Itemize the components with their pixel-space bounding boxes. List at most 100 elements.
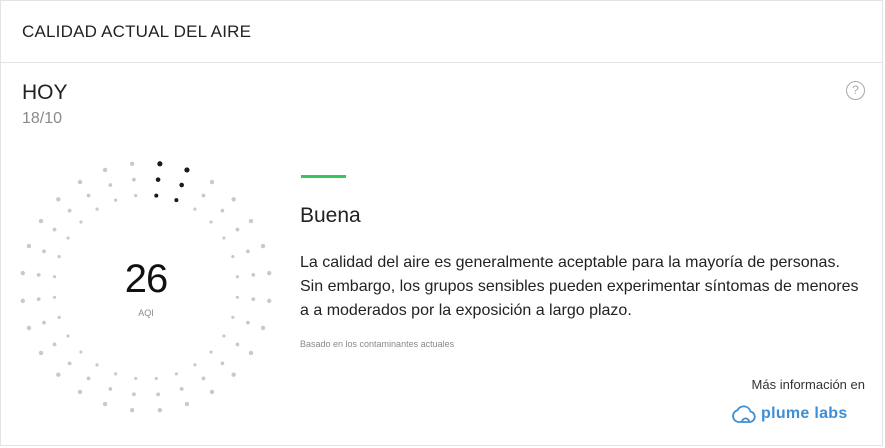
gauge-dot xyxy=(235,275,240,279)
gauge-dot xyxy=(52,342,57,347)
gauge-dot xyxy=(52,227,57,232)
gauge-dot xyxy=(26,325,32,331)
gauge-dot xyxy=(26,243,32,249)
gauge-dot xyxy=(193,363,197,367)
gauge-dot xyxy=(267,298,272,304)
gauge-dot xyxy=(248,350,254,356)
gauge-dot xyxy=(246,249,250,254)
more-info-label: Más información en xyxy=(751,377,865,392)
date-label: 18/10 xyxy=(22,110,63,127)
gauge-dot xyxy=(193,207,197,211)
gauge-dot xyxy=(66,334,70,338)
gauge-dot xyxy=(134,193,138,198)
card-header: CALIDAD ACTUAL DEL AIRE xyxy=(1,1,882,63)
gauge-dot xyxy=(246,320,250,325)
gauge-dot xyxy=(95,207,99,211)
gauge-dot xyxy=(38,218,44,224)
gauge-dot xyxy=(77,179,83,185)
gauge-dot-filled xyxy=(184,167,190,173)
gauge-dot xyxy=(156,392,160,397)
gauge-dot xyxy=(38,350,44,356)
gauge-dot xyxy=(102,401,108,407)
gauge-dot xyxy=(231,197,236,202)
gauge-dot xyxy=(220,208,225,213)
gauge-dot xyxy=(52,275,57,279)
gauge-dot xyxy=(222,334,226,338)
status-color-bar xyxy=(301,175,346,178)
gauge-dot xyxy=(201,376,206,381)
brand-name: plume labs xyxy=(761,405,848,422)
gauge-dot xyxy=(42,249,46,254)
gauge-dot xyxy=(132,177,136,182)
aqi-value: 26 xyxy=(124,257,169,301)
gauge-dot xyxy=(231,372,236,377)
gauge-dot xyxy=(209,179,215,185)
status-label: Buena xyxy=(300,204,361,227)
gauge-dot-filled xyxy=(174,198,179,203)
gauge-dot-filled xyxy=(179,182,184,188)
gauge-dot xyxy=(42,320,46,325)
gauge-dot xyxy=(129,161,135,166)
plume-labs-link[interactable]: plume labs xyxy=(732,403,848,425)
gauge-dot xyxy=(201,193,206,198)
gauge-dot xyxy=(209,350,213,354)
gauge-dot xyxy=(79,350,83,354)
gauge-dot xyxy=(260,325,266,331)
gauge-dot xyxy=(235,342,240,347)
gauge-dot xyxy=(231,315,235,319)
gauge-dot xyxy=(179,387,184,391)
gauge-dot xyxy=(36,297,41,301)
gauge-dot xyxy=(67,208,72,213)
gauge-dot xyxy=(235,227,240,232)
gauge-dot xyxy=(154,376,158,381)
gauge-dot-filled xyxy=(155,177,161,182)
gauge-dot xyxy=(174,372,178,376)
gauge-dot xyxy=(67,361,72,366)
gauge-dot xyxy=(231,255,235,259)
gauge-dot xyxy=(235,295,240,299)
help-icon[interactable]: ? xyxy=(846,81,865,100)
gauge-dot-filled xyxy=(154,193,159,198)
gauge-dot xyxy=(209,389,215,395)
status-description: La calidad del aire es generalmente acep… xyxy=(300,254,859,319)
cloud-icon xyxy=(732,405,756,423)
gauge-dot xyxy=(209,220,213,224)
gauge-dot xyxy=(267,270,272,276)
gauge-dot xyxy=(134,376,138,381)
gauge-dot xyxy=(114,372,118,376)
gauge-dot xyxy=(184,401,190,407)
card-title: CALIDAD ACTUAL DEL AIRE xyxy=(22,21,252,41)
gauge-dot xyxy=(56,372,61,377)
basis-note: Basado en los contaminantes actuales xyxy=(300,339,455,349)
gauge-dot xyxy=(220,361,225,366)
gauge-dot xyxy=(260,243,266,249)
gauge-dot xyxy=(132,392,136,397)
gauge-dot xyxy=(157,408,163,413)
aqi-unit: AQI xyxy=(138,308,154,318)
gauge-dot xyxy=(66,236,70,240)
gauge-dot xyxy=(108,387,113,391)
gauge-dot xyxy=(52,295,57,299)
gauge-dot xyxy=(102,167,108,173)
gauge-dot xyxy=(114,198,118,202)
day-label: HOY xyxy=(22,81,68,104)
gauge-dot xyxy=(57,255,61,259)
gauge-dot xyxy=(248,218,254,224)
gauge-dot xyxy=(77,389,83,395)
gauge-dot xyxy=(79,220,83,224)
gauge-dot xyxy=(57,315,61,319)
gauge-dot xyxy=(129,408,135,413)
gauge-dot xyxy=(86,193,91,198)
gauge-dot xyxy=(86,376,91,381)
gauge-dot xyxy=(36,273,41,277)
gauge-dot xyxy=(251,297,256,301)
gauge-dot xyxy=(108,183,113,187)
gauge-dot xyxy=(95,363,99,367)
gauge-dot xyxy=(56,197,61,202)
gauge-dot xyxy=(20,270,25,276)
air-quality-card: CALIDAD ACTUAL DEL AIRE HOY 18/10 ? 26 A… xyxy=(0,0,883,446)
gauge-dot xyxy=(251,273,256,277)
gauge-dot xyxy=(20,298,25,304)
gauge-dot xyxy=(222,236,226,240)
gauge-dot-filled xyxy=(157,161,163,167)
